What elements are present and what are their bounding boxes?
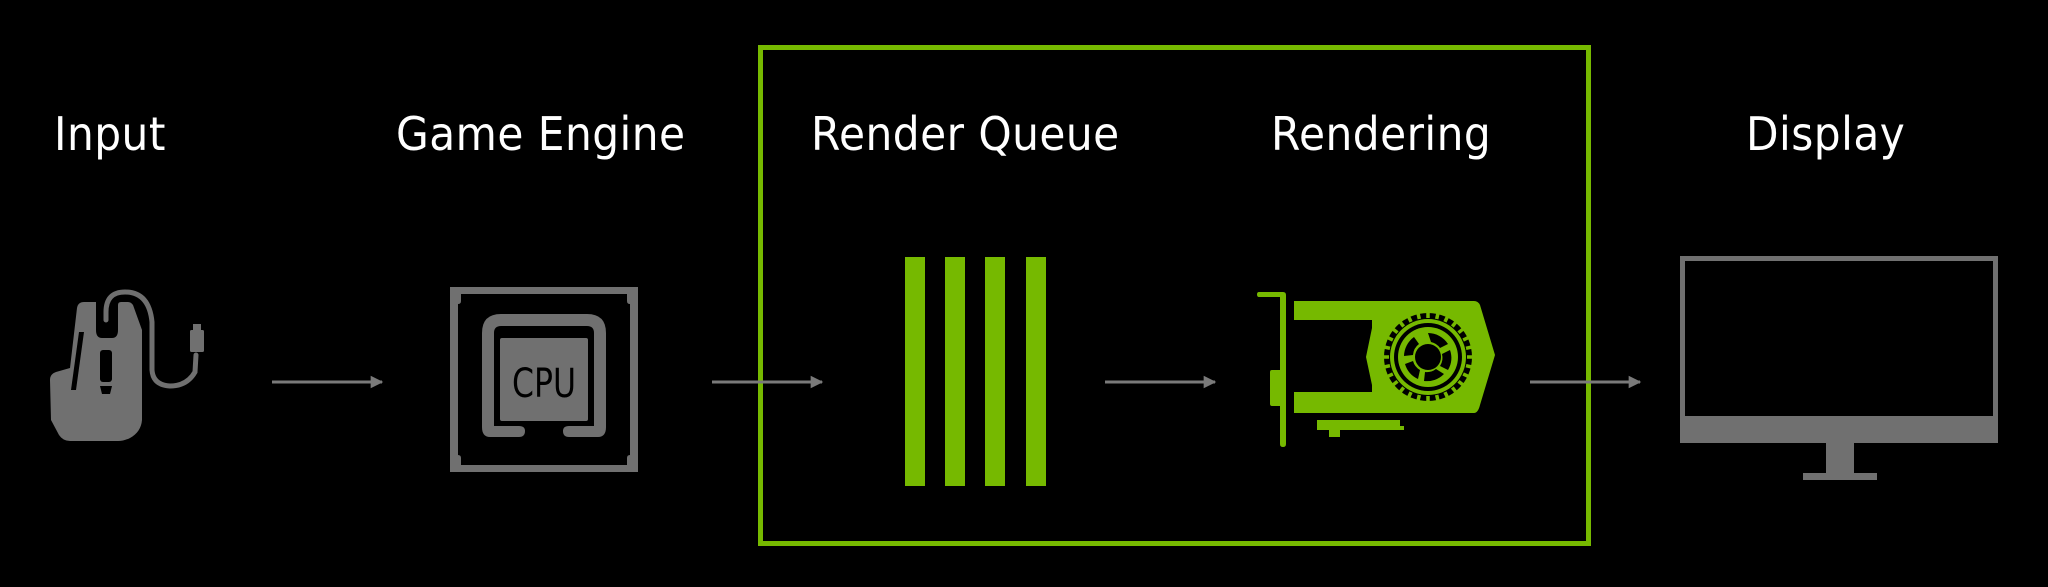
fan-tooth	[1443, 315, 1450, 323]
fan-tooth	[1465, 345, 1473, 351]
fan-tooth	[1406, 315, 1413, 323]
fan-tooth	[1416, 312, 1422, 320]
fan-tooth	[1383, 345, 1391, 351]
fan-tooth	[1406, 391, 1413, 399]
mouse-scroll-slot	[100, 350, 112, 380]
mouse-icon	[50, 289, 204, 441]
queue-frame-4	[1026, 257, 1046, 486]
fan-tooth	[1434, 312, 1440, 320]
diagram-canvas: CPU	[50, 256, 1998, 486]
fan-tooth	[1416, 394, 1422, 402]
gpu-card-icon	[1257, 292, 1495, 447]
fan-tooth	[1383, 363, 1391, 369]
fan-tooth	[1462, 372, 1470, 379]
queue-bars-icon	[905, 257, 1046, 486]
queue-frame-1	[905, 257, 925, 486]
fan-tooth	[1386, 335, 1394, 342]
fan-tooth	[1434, 394, 1440, 402]
queue-frame-3	[985, 257, 1005, 486]
fan-tooth	[1462, 335, 1470, 342]
fan-tooth	[1465, 363, 1473, 369]
queue-frame-2	[945, 257, 965, 486]
monitor-icon	[1680, 256, 1998, 480]
fan-tooth	[1386, 372, 1394, 379]
fan-tooth	[1443, 391, 1450, 399]
cpu-icon: CPU	[450, 287, 638, 472]
cpu-icon-text: CPU	[512, 361, 576, 407]
